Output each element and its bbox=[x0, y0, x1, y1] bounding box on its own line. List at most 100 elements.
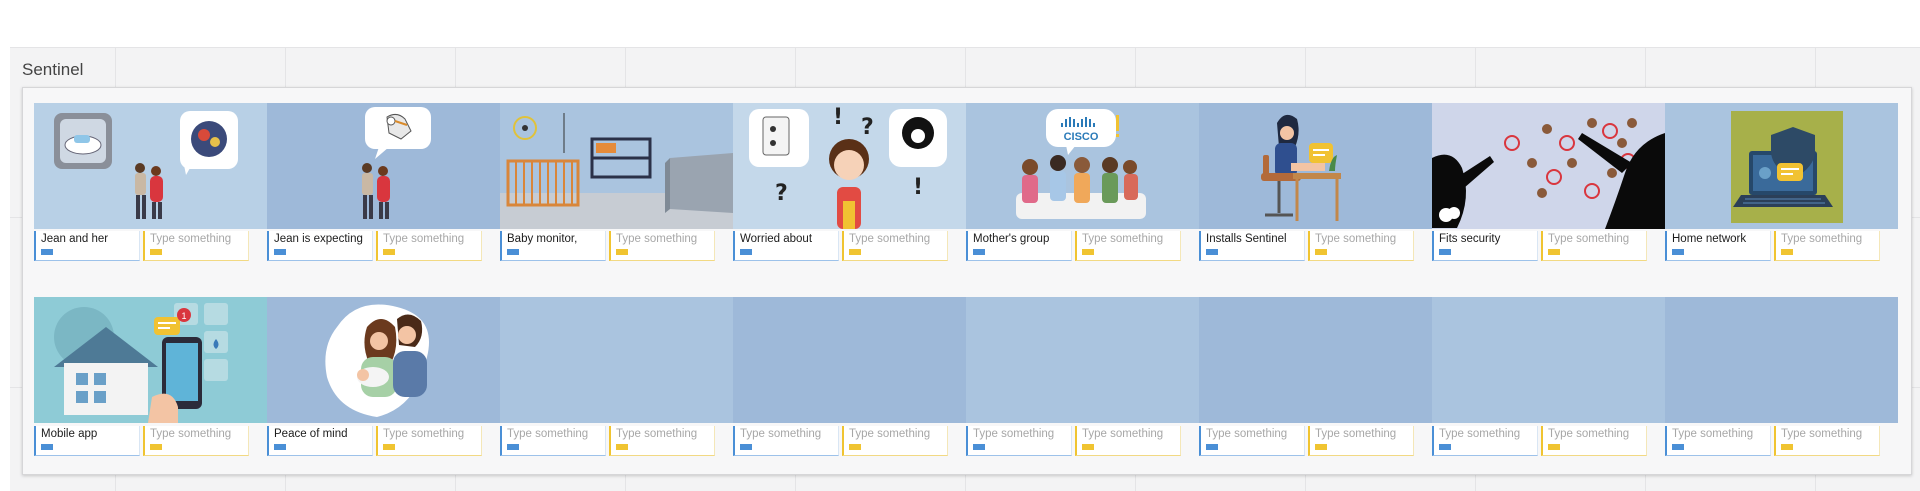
story-card[interactable]: Mobile app bbox=[34, 426, 140, 456]
note-placeholder: Type something bbox=[849, 428, 931, 440]
yellow-tag bbox=[150, 444, 162, 450]
note-card[interactable]: Type something bbox=[1308, 426, 1414, 456]
notification-count: 1 bbox=[181, 311, 186, 321]
mothers-group-icon: CISCO bbox=[1016, 109, 1146, 219]
note-card[interactable]: Type something bbox=[1308, 231, 1414, 261]
note-card[interactable]: Type something bbox=[143, 231, 249, 261]
story-card[interactable]: Installs Sentinel bbox=[1199, 231, 1305, 261]
scene-image-8[interactable] bbox=[1665, 103, 1898, 229]
story-card[interactable]: Type something bbox=[1432, 426, 1538, 456]
story-card[interactable]: Worried about bbox=[733, 231, 839, 261]
worried-woman-hacker-icon bbox=[749, 109, 947, 229]
yellow-tag bbox=[849, 249, 861, 255]
scene-image-14[interactable] bbox=[1199, 297, 1432, 423]
story-card[interactable]: Jean and her bbox=[34, 231, 140, 261]
story-card-placeholder: Type something bbox=[1672, 428, 1754, 440]
scene-image-16[interactable] bbox=[1665, 297, 1898, 423]
yellow-tag bbox=[1315, 249, 1327, 255]
note-card[interactable]: Type something bbox=[376, 231, 482, 261]
story-card-text: Peace of mind bbox=[274, 428, 348, 440]
question-icon: ? bbox=[775, 181, 788, 206]
note-card[interactable]: Type something bbox=[1541, 231, 1647, 261]
scene-image-4[interactable]: ! ? ? ! bbox=[733, 103, 966, 229]
network-security-icon bbox=[1432, 103, 1665, 229]
card-pair-10: Peace of mind Type something bbox=[267, 426, 500, 458]
blue-tag bbox=[507, 249, 519, 255]
story-card[interactable]: Mother's group bbox=[966, 231, 1072, 261]
note-card[interactable]: Type something bbox=[376, 426, 482, 456]
story-card-text: Home network bbox=[1672, 233, 1747, 245]
story-card[interactable]: Type something bbox=[733, 426, 839, 456]
card-pair-15: Type something Type something bbox=[1432, 426, 1665, 458]
note-card[interactable]: Type something bbox=[609, 426, 715, 456]
story-card-text: Mother's group bbox=[973, 233, 1050, 245]
note-card[interactable]: Type something bbox=[842, 231, 948, 261]
yellow-tag bbox=[616, 249, 628, 255]
note-card[interactable]: Type something bbox=[143, 426, 249, 456]
note-placeholder: Type something bbox=[150, 428, 232, 440]
card-pair-9: Mobile app Type something bbox=[34, 426, 267, 458]
scene-image-12[interactable] bbox=[733, 297, 966, 423]
blue-tag bbox=[1206, 444, 1218, 450]
blue-tag bbox=[1672, 444, 1684, 450]
scene-image-11[interactable] bbox=[500, 297, 733, 423]
question-icon: ? bbox=[861, 115, 874, 140]
story-card[interactable]: Type something bbox=[1199, 426, 1305, 456]
story-card[interactable]: Type something bbox=[500, 426, 606, 456]
card-pair-13: Type something Type something bbox=[966, 426, 1199, 458]
scene-image-1[interactable] bbox=[34, 103, 267, 229]
story-card[interactable]: Type something bbox=[966, 426, 1072, 456]
note-card[interactable]: Type something bbox=[1075, 426, 1181, 456]
card-pair-12: Type something Type something bbox=[733, 426, 966, 458]
cisco-logo-text: CISCO bbox=[1064, 131, 1099, 143]
story-card[interactable]: Type something bbox=[1665, 426, 1771, 456]
note-card[interactable]: Type something bbox=[1774, 426, 1880, 456]
scene-image-3[interactable] bbox=[500, 103, 733, 229]
story-card-text: Jean is expecting bbox=[274, 233, 363, 245]
card-pair-2: Jean is expecting Type something bbox=[267, 231, 500, 263]
story-card[interactable]: Jean is expecting bbox=[267, 231, 373, 261]
exclamation-icon: ! bbox=[833, 105, 844, 130]
story-card[interactable]: Fits security bbox=[1432, 231, 1538, 261]
note-card[interactable]: Type something bbox=[1541, 426, 1647, 456]
story-card[interactable]: Peace of mind bbox=[267, 426, 373, 456]
story-card-placeholder: Type something bbox=[740, 428, 822, 440]
card-pair-8: Home network Type something bbox=[1665, 231, 1898, 263]
stork-couple-icon bbox=[362, 107, 431, 219]
frame-title[interactable]: Sentinel bbox=[22, 60, 83, 80]
scene-image-13[interactable] bbox=[966, 297, 1199, 423]
story-card-text: Baby monitor, bbox=[507, 233, 578, 245]
scene-image-5[interactable]: CISCO bbox=[966, 103, 1199, 229]
note-card[interactable]: Type something bbox=[609, 231, 715, 261]
scene-image-7[interactable] bbox=[1432, 103, 1665, 229]
story-card[interactable]: Baby monitor, bbox=[500, 231, 606, 261]
story-card-text: Worried about bbox=[740, 233, 813, 245]
scene-image-15[interactable] bbox=[1432, 297, 1665, 423]
note-card[interactable]: Type something bbox=[1774, 231, 1880, 261]
yellow-tag bbox=[1082, 249, 1094, 255]
card-pair-3: Baby monitor, Type something bbox=[500, 231, 733, 263]
note-placeholder: Type something bbox=[1781, 428, 1863, 440]
card-pair-11: Type something Type something bbox=[500, 426, 733, 458]
note-placeholder: Type something bbox=[1548, 428, 1630, 440]
story-card[interactable]: Home network bbox=[1665, 231, 1771, 261]
scene-image-10[interactable] bbox=[267, 297, 500, 423]
blue-tag bbox=[274, 249, 286, 255]
note-placeholder: Type something bbox=[150, 233, 232, 245]
yellow-tag bbox=[1548, 444, 1560, 450]
laptop-shield-icon bbox=[1731, 111, 1843, 223]
note-card[interactable]: Type something bbox=[842, 426, 948, 456]
scene-image-2[interactable] bbox=[267, 103, 500, 229]
card-pair-16: Type something Type something bbox=[1665, 426, 1898, 458]
yellow-tag bbox=[1082, 444, 1094, 450]
scene-image-6[interactable] bbox=[1199, 103, 1432, 229]
note-card[interactable]: Type something bbox=[1075, 231, 1181, 261]
smart-home-phone-icon: 1 bbox=[54, 303, 228, 423]
card-row-1: Jean and her Type something Jean is expec… bbox=[34, 231, 1900, 263]
blue-tag bbox=[973, 249, 985, 255]
blue-tag bbox=[1672, 249, 1684, 255]
note-placeholder: Type something bbox=[1315, 428, 1397, 440]
story-card-text: Installs Sentinel bbox=[1206, 233, 1287, 245]
note-placeholder: Type something bbox=[616, 428, 698, 440]
scene-image-9[interactable]: 1 bbox=[34, 297, 267, 423]
